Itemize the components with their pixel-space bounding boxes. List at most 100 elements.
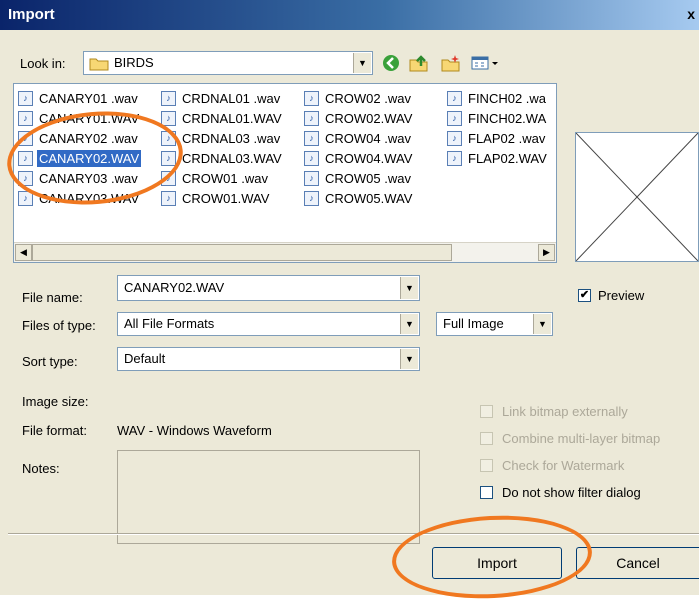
check-watermark-checkbox[interactable] xyxy=(480,459,493,472)
file-item-name: CRDNAL03.WAV xyxy=(182,150,282,166)
combine-multilayer-checkbox[interactable] xyxy=(480,432,493,445)
file-item[interactable]: ♪ FINCH02 .wa xyxy=(447,88,556,108)
file-item[interactable]: ♪ CROW04.WAV xyxy=(304,148,447,168)
file-item-name: CROW01 .wav xyxy=(182,170,268,186)
file-item-name: CROW05.WAV xyxy=(325,190,413,206)
files-of-type-label: Files of type: xyxy=(22,318,96,333)
file-item[interactable]: ♪ CROW04 .wav xyxy=(304,128,447,148)
check-watermark-label: Check for Watermark xyxy=(502,458,625,473)
file-item[interactable]: ♪ CROW01 .wav xyxy=(161,168,304,188)
look-in-value: BIRDS xyxy=(114,55,154,70)
window-title: Import xyxy=(8,6,55,23)
wave-file-icon: ♪ xyxy=(304,110,319,126)
file-item-name: CRDNAL03 .wav xyxy=(182,130,281,146)
link-bitmap-checkbox[interactable] xyxy=(480,405,493,418)
file-item-name: FINCH02 .wa xyxy=(468,90,547,106)
file-item-name: CROW02.WAV xyxy=(325,110,413,126)
file-item-name: FINCH02.WA xyxy=(468,110,547,126)
file-item-name: CRDNAL01.WAV xyxy=(182,110,282,126)
image-size-label: Image size: xyxy=(22,394,89,409)
file-name-label: File name: xyxy=(22,290,83,305)
file-item[interactable]: ♪ CRDNAL01 .wav xyxy=(161,88,304,108)
chevron-down-icon[interactable]: ▼ xyxy=(400,349,418,369)
file-name-input[interactable]: CANARY02.WAV ▼ xyxy=(117,275,420,301)
chevron-down-icon[interactable]: ▼ xyxy=(353,53,371,73)
wave-file-icon: ♪ xyxy=(304,170,319,186)
file-item[interactable]: ♪ CANARY01 .wav xyxy=(18,88,161,108)
file-item-name: CANARY01 .wav xyxy=(39,90,138,106)
wave-file-icon: ♪ xyxy=(161,190,176,206)
wave-file-icon: ♪ xyxy=(447,110,462,126)
import-dialog: Import x Look in: BIRDS ▼ ♪ CANARY01 .wav… xyxy=(0,0,699,595)
no-filter-dialog-checkbox[interactable] xyxy=(480,486,493,499)
title-bar: Import x xyxy=(0,0,699,30)
back-icon[interactable] xyxy=(381,53,401,73)
wave-file-icon: ♪ xyxy=(18,110,33,126)
chevron-down-icon[interactable]: ▼ xyxy=(533,314,551,334)
file-item[interactable]: ♪ CROW02 .wav xyxy=(304,88,447,108)
file-item[interactable]: ♪ CROW01.WAV xyxy=(161,188,304,208)
file-item[interactable]: ♪ FLAP02 .wav xyxy=(447,128,556,148)
file-name-value: CANARY02.WAV xyxy=(124,280,225,295)
sort-type-dropdown[interactable]: Default ▼ xyxy=(117,347,420,371)
file-item-name: CROW01.WAV xyxy=(182,190,270,206)
file-item[interactable]: ♪ FLAP02.WAV xyxy=(447,148,556,168)
scrollbar-thumb[interactable] xyxy=(32,244,452,261)
wave-file-icon: ♪ xyxy=(304,90,319,106)
file-item[interactable]: ♪ CRDNAL01.WAV xyxy=(161,108,304,128)
file-column: ♪ CRDNAL01 .wav ♪ CRDNAL01.WAV ♪ CRDNAL03 .wa… xyxy=(161,88,304,242)
sort-type-value: Default xyxy=(124,351,166,366)
file-item[interactable]: ♪ CROW05 .wav xyxy=(304,168,447,188)
look-in-label: Look in: xyxy=(20,56,66,71)
file-item-name: CROW04 .wav xyxy=(325,130,411,146)
image-mode-dropdown[interactable]: Full Image ▼ xyxy=(436,312,553,336)
preview-label: Preview xyxy=(598,288,645,303)
up-folder-icon[interactable] xyxy=(409,53,429,73)
view-menu-icon[interactable] xyxy=(471,53,499,73)
empty-preview-icon xyxy=(576,133,698,261)
files-of-type-dropdown[interactable]: All File Formats ▼ xyxy=(117,312,420,336)
link-bitmap-label: Link bitmap externally xyxy=(502,404,628,419)
wave-file-icon: ♪ xyxy=(447,130,462,146)
wave-file-icon: ♪ xyxy=(447,150,462,166)
look-in-dropdown[interactable]: BIRDS ▼ xyxy=(83,51,373,75)
file-column: ♪ CROW02 .wav ♪ CROW02.WAV ♪ CROW04 .wav ♪ CROW… xyxy=(304,88,447,242)
file-item-name: CROW04.WAV xyxy=(325,150,413,166)
chevron-down-icon[interactable]: ▼ xyxy=(400,277,418,299)
file-item-name: CRDNAL01 .wav xyxy=(182,90,281,106)
new-folder-icon[interactable] xyxy=(441,53,461,73)
cancel-button[interactable]: Cancel xyxy=(576,547,699,579)
scroll-left-icon[interactable]: ◀ xyxy=(15,244,32,261)
file-item[interactable]: ♪ CROW02.WAV xyxy=(304,108,447,128)
file-format-value: WAV - Windows Waveform xyxy=(117,423,272,438)
file-format-label: File format: xyxy=(22,423,88,438)
image-mode-value: Full Image xyxy=(443,316,504,331)
scroll-right-icon[interactable]: ▶ xyxy=(538,244,555,261)
file-item-name: CROW02 .wav xyxy=(325,90,411,106)
chevron-down-icon[interactable]: ▼ xyxy=(400,314,418,334)
horizontal-scrollbar[interactable]: ◀ ▶ xyxy=(14,242,556,262)
notes-box xyxy=(117,450,420,544)
preview-checkbox[interactable]: ✔ xyxy=(578,289,591,302)
wave-file-icon: ♪ xyxy=(304,190,319,206)
no-filter-dialog-label: Do not show filter dialog xyxy=(502,485,641,500)
notes-label: Notes: xyxy=(22,461,60,476)
file-column: ♪ FINCH02 .wa ♪ FINCH02.WA ♪ FLAP02 .wav ♪ FLAP… xyxy=(447,88,556,242)
wave-file-icon: ♪ xyxy=(161,90,176,106)
file-item-name: CROW05 .wav xyxy=(325,170,411,186)
wave-file-icon: ♪ xyxy=(18,90,33,106)
sort-type-label: Sort type: xyxy=(22,354,78,369)
file-item[interactable]: ♪ CRDNAL03 .wav xyxy=(161,128,304,148)
file-item[interactable]: ♪ FINCH02.WA xyxy=(447,108,556,128)
file-item[interactable]: ♪ CROW05.WAV xyxy=(304,188,447,208)
separator xyxy=(8,533,699,535)
close-icon[interactable]: x xyxy=(687,6,695,22)
wave-file-icon: ♪ xyxy=(447,90,462,106)
preview-pane xyxy=(575,132,699,262)
wave-file-icon: ♪ xyxy=(161,110,176,126)
file-item-name: FLAP02.WAV xyxy=(468,150,547,166)
folder-icon xyxy=(89,56,109,74)
wave-file-icon: ♪ xyxy=(304,130,319,146)
combine-multilayer-label: Combine multi-layer bitmap xyxy=(502,431,661,446)
wave-file-icon: ♪ xyxy=(304,150,319,166)
